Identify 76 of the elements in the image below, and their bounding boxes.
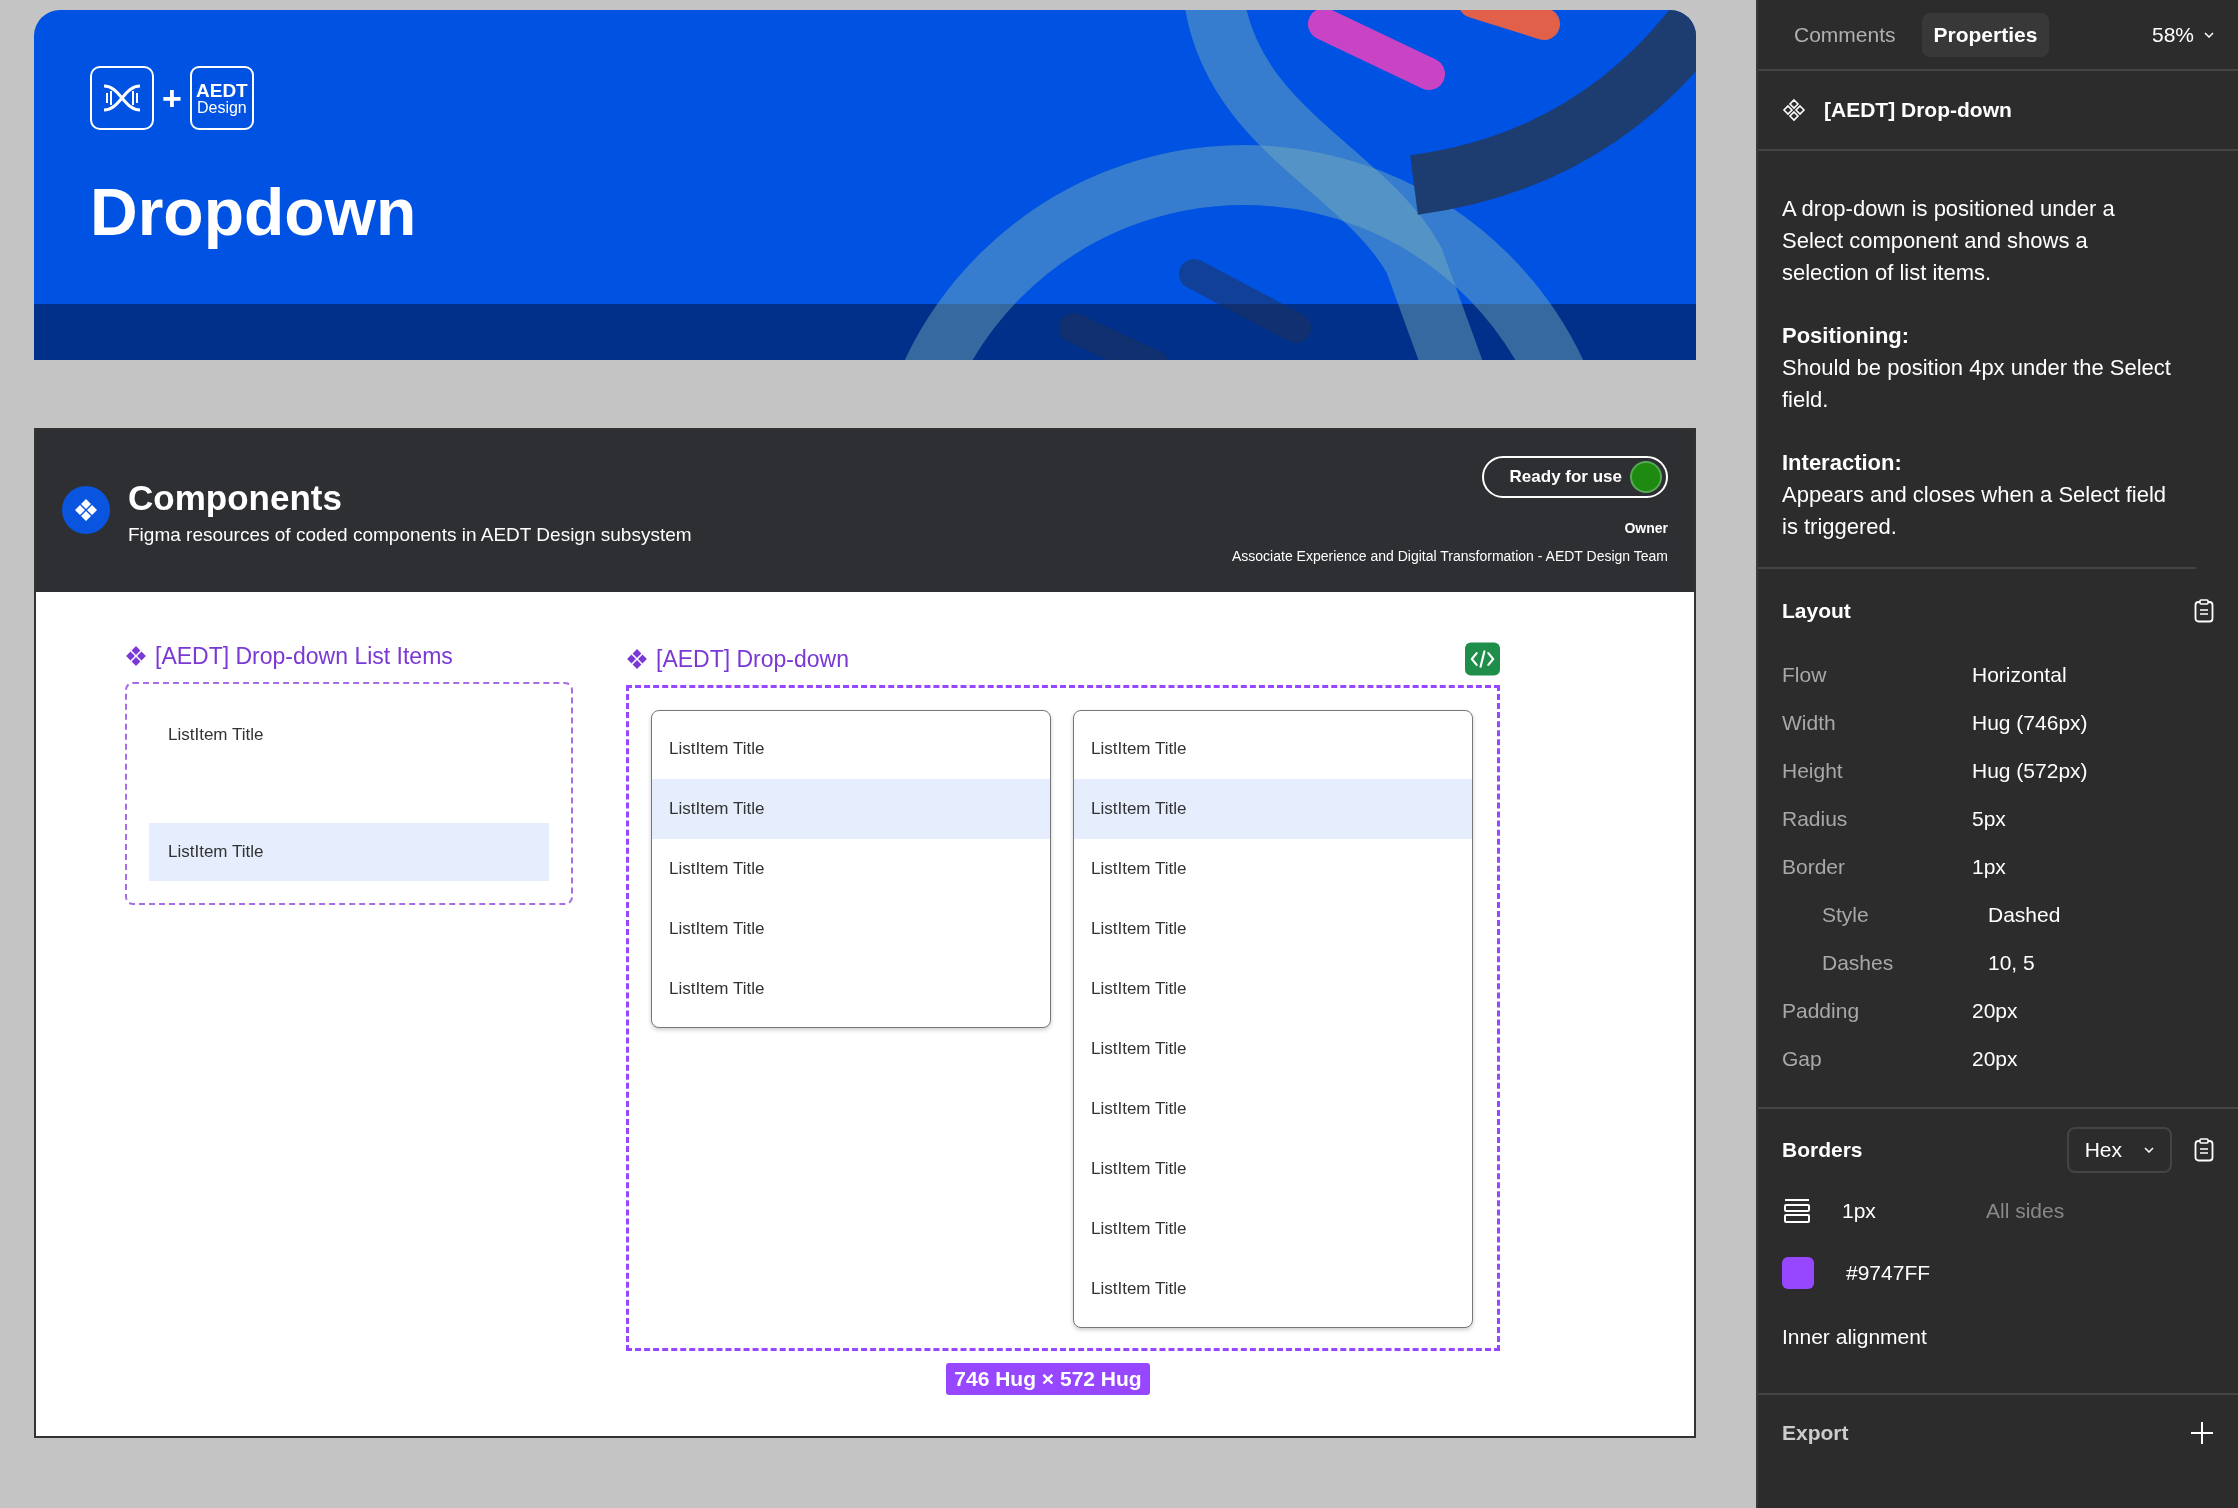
property-label: Padding (1782, 999, 1861, 1023)
property-label: Flow (1782, 663, 1828, 687)
owner-label: Owner (1624, 520, 1668, 536)
list-item[interactable]: ListItem Title (1074, 959, 1472, 1019)
list-item[interactable]: ListItem Title (1074, 1019, 1472, 1079)
description-text: Should be position 4px under the Select field. (1782, 354, 2172, 414)
section-title: Components (128, 478, 343, 518)
zoom-dropdown[interactable]: 58% (2151, 22, 2214, 47)
list-item[interactable]: ListItem Title (1074, 1199, 1472, 1259)
property-label: Height (1782, 759, 1844, 783)
component-icon (1782, 98, 1806, 122)
section-subtitle: Figma resources of coded components in AEDT Design subsystem (128, 524, 692, 546)
code-icon[interactable] (1465, 642, 1500, 676)
component-icon (125, 645, 147, 667)
owner-name: Associate Experience and Digital Transformation - AEDT Design Team (1231, 548, 1668, 564)
demo-title: [AEDT] Drop-down (656, 645, 849, 673)
list-item[interactable]: ListItem Title (652, 719, 1050, 779)
list-item[interactable]: ListItem Title (652, 899, 1050, 959)
list-item[interactable]: ListItem Title (1074, 1259, 1472, 1319)
aedt-logo: AEDT Design (189, 66, 254, 130)
list-item[interactable]: ListItem Title (1074, 1139, 1472, 1199)
plus-icon[interactable] (2190, 1421, 2214, 1445)
property-label: Gap (1782, 1047, 1823, 1071)
list-item[interactable]: ListItem Title (1074, 899, 1472, 959)
chevron-down-icon (2204, 31, 2214, 38)
page-title: Dropdown (90, 174, 417, 251)
color-swatch[interactable] (1782, 1257, 1814, 1289)
section-heading: Layout (1782, 599, 1851, 623)
section-heading: Export (1782, 1421, 1849, 1445)
status-badge: Ready for use (1481, 456, 1668, 498)
border-width: 1px (1842, 1199, 1877, 1223)
property-label: Width (1782, 711, 1837, 735)
list-item[interactable]: ListItem Title (652, 839, 1050, 899)
section-heading: Borders (1782, 1138, 1863, 1162)
clipboard-icon[interactable] (2194, 1138, 2214, 1162)
border-width-icon (1784, 1198, 1810, 1224)
property-value: Hug (746px) (1972, 711, 2088, 735)
property-value: Hug (572px) (1972, 759, 2088, 783)
list-item[interactable]: ListItem Title (652, 959, 1050, 1019)
list-item[interactable]: ListItem Title (1074, 1079, 1472, 1139)
property-label: Dashes (1821, 951, 1895, 975)
format-dropdown[interactable]: Hex (2066, 1127, 2172, 1173)
inner-alignment-label: Inner alignment (1782, 1324, 1928, 1350)
clipboard-icon[interactable] (2194, 599, 2214, 623)
border-sides: All sides (1986, 1199, 2065, 1223)
list-item[interactable]: ListItem Title (149, 823, 549, 881)
property-value: Horizontal (1972, 663, 2067, 687)
color-value: #9747FF (1846, 1261, 1932, 1285)
component-icon (626, 648, 648, 670)
component-name: [AEDT] Drop-down (1824, 98, 2012, 122)
logo-plus: + (162, 78, 182, 118)
size-badge: 746 Hug × 572 Hug (946, 1363, 1150, 1395)
helix-logo-icon (90, 66, 154, 130)
property-value: 10, 5 (1988, 951, 2035, 975)
property-value: 5px (1972, 807, 2006, 831)
property-label: Border (1782, 855, 1847, 879)
property-label: Style (1821, 903, 1870, 927)
chevron-down-icon (2144, 1147, 2154, 1153)
component-icon (62, 486, 110, 534)
property-value: 1px (1972, 855, 2006, 879)
description-text: A drop-down is positioned under a Select component and shows a selection of list items. (1782, 195, 2116, 287)
description-heading: Interaction: (1782, 449, 1903, 477)
property-label: Radius (1782, 807, 1849, 831)
panel-tab[interactable]: Properties (1921, 12, 2050, 57)
list-item[interactable]: ListItem Title (1074, 719, 1472, 779)
list-item[interactable]: ListItem Title (1074, 779, 1472, 839)
description-text: Appears and closes when a Select field is triggered. (1782, 481, 2167, 541)
list-item[interactable]: ListItem Title (652, 779, 1050, 839)
property-value: Dashed (1988, 903, 2061, 927)
property-value: 20px (1972, 999, 2018, 1023)
description-heading: Positioning: (1782, 322, 1911, 350)
status-dot-icon (1632, 463, 1660, 491)
panel-tab[interactable]: Comments (1782, 12, 1908, 57)
property-value: 20px (1972, 1047, 2018, 1071)
demo-title: [AEDT] Drop-down List Items (155, 642, 453, 670)
list-item[interactable]: ListItem Title (1074, 839, 1472, 899)
